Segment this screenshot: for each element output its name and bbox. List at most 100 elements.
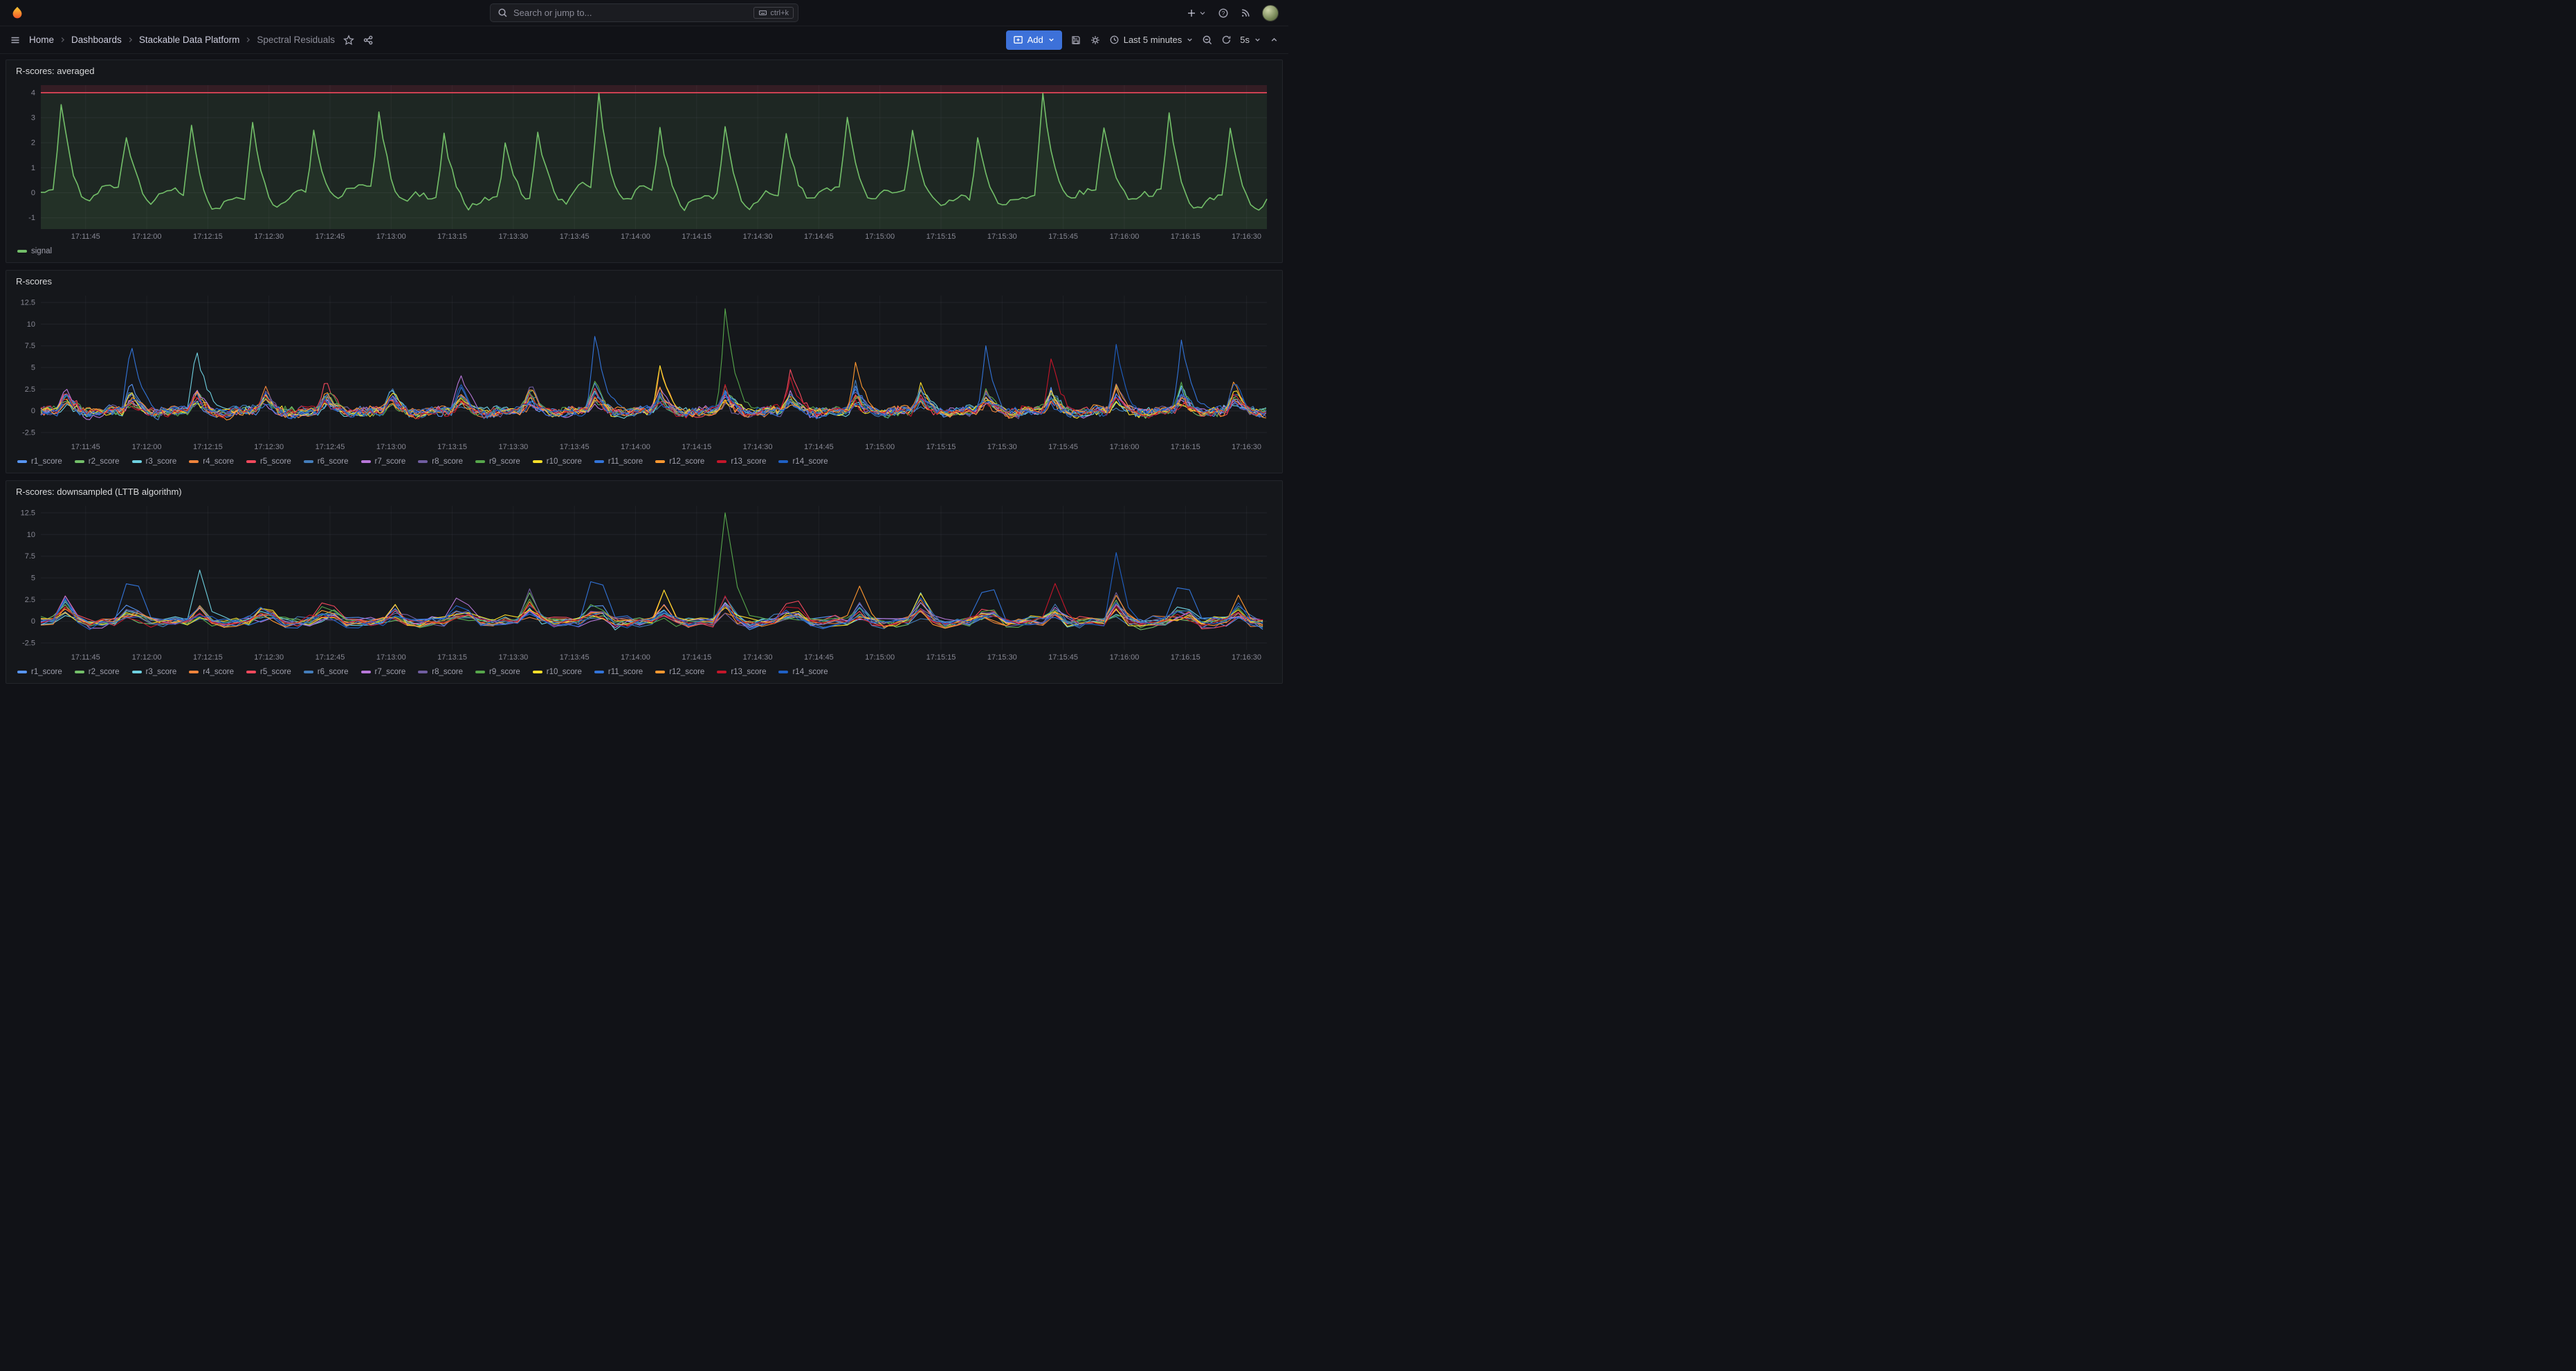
panel-title[interactable]: R-scores <box>16 276 52 287</box>
svg-text:17:13:00: 17:13:00 <box>376 443 406 451</box>
svg-text:17:14:15: 17:14:15 <box>682 443 711 451</box>
legend-item[interactable]: r11_score <box>594 457 643 466</box>
series-name: r2_score <box>89 457 120 466</box>
svg-text:17:16:30: 17:16:30 <box>1232 233 1261 241</box>
add-button-label: Add <box>1027 35 1043 45</box>
svg-text:17:15:30: 17:15:30 <box>987 443 1017 451</box>
series-color-swatch <box>475 671 485 673</box>
legend-item[interactable]: r3_score <box>132 668 177 676</box>
legend-item[interactable]: r6_score <box>304 668 349 676</box>
legend-item[interactable]: r8_score <box>418 457 463 466</box>
svg-text:7.5: 7.5 <box>25 552 35 561</box>
legend-item[interactable]: r10_score <box>533 457 582 466</box>
legend-item[interactable]: r4_score <box>189 457 234 466</box>
legend-item[interactable]: r12_score <box>655 457 704 466</box>
breadcrumb-item-folder[interactable]: Stackable Data Platform <box>139 35 240 45</box>
legend-item[interactable]: r5_score <box>246 668 291 676</box>
legend-item[interactable]: r1_score <box>17 457 62 466</box>
help-button[interactable]: ? <box>1218 8 1229 19</box>
legend-item[interactable]: r13_score <box>717 457 766 466</box>
save-button[interactable] <box>1070 35 1081 46</box>
share-button[interactable] <box>363 35 374 46</box>
legend-item[interactable]: r14_score <box>778 457 828 466</box>
svg-text:-1: -1 <box>28 214 35 222</box>
svg-text:17:14:15: 17:14:15 <box>682 233 711 241</box>
chart-r-scores-downsampled[interactable]: 12.5107.552.50-2.517:11:4517:12:0017:12:… <box>12 502 1277 664</box>
menu-toggle-button[interactable] <box>10 35 21 46</box>
series-name: r1_score <box>31 668 62 676</box>
svg-text:2.5: 2.5 <box>25 385 35 394</box>
settings-button[interactable] <box>1090 35 1101 46</box>
legend-item[interactable]: r7_score <box>361 668 406 676</box>
gear-icon <box>1090 35 1101 46</box>
add-button[interactable]: Add <box>1006 30 1062 50</box>
svg-text:17:13:00: 17:13:00 <box>376 233 406 241</box>
legend-item[interactable]: r9_score <box>475 668 520 676</box>
svg-text:17:16:15: 17:16:15 <box>1171 443 1200 451</box>
legend-item[interactable]: r11_score <box>594 668 643 676</box>
series-name: r6_score <box>318 668 349 676</box>
hamburger-icon <box>10 35 21 46</box>
breadcrumb-item-dashboards[interactable]: Dashboards <box>71 35 122 45</box>
series-name: r5_score <box>260 457 291 466</box>
grafana-logo[interactable] <box>10 6 25 21</box>
breadcrumb-item-current: Spectral Residuals <box>257 35 335 45</box>
chart-svg: 12.5107.552.50-2.517:11:4517:12:0017:12:… <box>12 502 1277 664</box>
user-avatar-button[interactable] <box>1262 5 1279 21</box>
refresh-interval-select[interactable]: 5s <box>1240 35 1261 45</box>
panel-r-scores-averaged: R-scores: averaged 43210-117:11:4517:12:… <box>6 60 1283 263</box>
legend-item[interactable]: r2_score <box>75 457 120 466</box>
legend-item[interactable]: r8_score <box>418 668 463 676</box>
breadcrumb-item-home[interactable]: Home <box>29 35 54 45</box>
legend-item[interactable]: r5_score <box>246 457 291 466</box>
legend-item[interactable]: signal <box>17 247 52 255</box>
legend-item[interactable]: r12_score <box>655 668 704 676</box>
chart-r-scores-averaged[interactable]: 43210-117:11:4517:12:0017:12:1517:12:301… <box>12 81 1277 243</box>
legend-item[interactable]: r13_score <box>717 668 766 676</box>
panel-title[interactable]: R-scores: averaged <box>16 66 94 76</box>
legend-item[interactable]: r3_score <box>132 457 177 466</box>
series-color-swatch <box>361 671 371 673</box>
legend-item[interactable]: r4_score <box>189 668 234 676</box>
series-color-swatch <box>594 671 604 673</box>
svg-text:17:12:00: 17:12:00 <box>132 233 162 241</box>
zoom-out-button[interactable] <box>1202 35 1213 46</box>
chevron-down-icon <box>1198 9 1207 17</box>
legend-item[interactable]: r10_score <box>533 668 582 676</box>
panel-header: R-scores: downsampled (LTTB algorithm) <box>12 481 1277 502</box>
svg-text:17:16:30: 17:16:30 <box>1232 443 1261 451</box>
legend-item[interactable]: r6_score <box>304 457 349 466</box>
news-button[interactable] <box>1240 8 1251 19</box>
series-color-swatch <box>778 460 788 463</box>
svg-text:3: 3 <box>31 114 35 122</box>
time-range-picker[interactable]: Last 5 minutes <box>1109 35 1194 45</box>
chart-r-scores[interactable]: 12.5107.552.50-2.517:11:4517:12:0017:12:… <box>12 291 1277 453</box>
legend-item[interactable]: r2_score <box>75 668 120 676</box>
new-button[interactable] <box>1186 8 1207 19</box>
collapse-toolbar-button[interactable] <box>1270 35 1279 44</box>
svg-text:12.5: 12.5 <box>21 509 35 518</box>
series-color-swatch <box>655 460 665 463</box>
svg-text:17:16:15: 17:16:15 <box>1171 233 1200 241</box>
panel-title[interactable]: R-scores: downsampled (LTTB algorithm) <box>16 487 182 497</box>
legend-item[interactable]: r9_score <box>475 457 520 466</box>
legend-item[interactable]: r14_score <box>778 668 828 676</box>
topnav-right: ? <box>798 5 1279 21</box>
legend-item[interactable]: r7_score <box>361 457 406 466</box>
dashboard-panels: R-scores: averaged 43210-117:11:4517:12:… <box>0 54 1288 689</box>
svg-text:17:13:45: 17:13:45 <box>560 443 590 451</box>
svg-text:17:13:15: 17:13:15 <box>437 653 467 662</box>
series-name: r13_score <box>731 457 766 466</box>
series-color-swatch <box>418 460 428 463</box>
favorite-button[interactable] <box>343 35 354 46</box>
svg-text:17:14:30: 17:14:30 <box>743 233 773 241</box>
svg-text:17:15:15: 17:15:15 <box>926 233 956 241</box>
series-color-swatch <box>475 460 485 463</box>
search-input[interactable]: Search or jump to... ctrl+k <box>490 3 798 22</box>
series-color-swatch <box>75 671 84 673</box>
series-name: r12_score <box>669 668 704 676</box>
refresh-button[interactable] <box>1221 35 1232 45</box>
svg-text:17:12:30: 17:12:30 <box>254 653 284 662</box>
breadcrumb-separator-icon <box>59 36 66 44</box>
legend-item[interactable]: r1_score <box>17 668 62 676</box>
